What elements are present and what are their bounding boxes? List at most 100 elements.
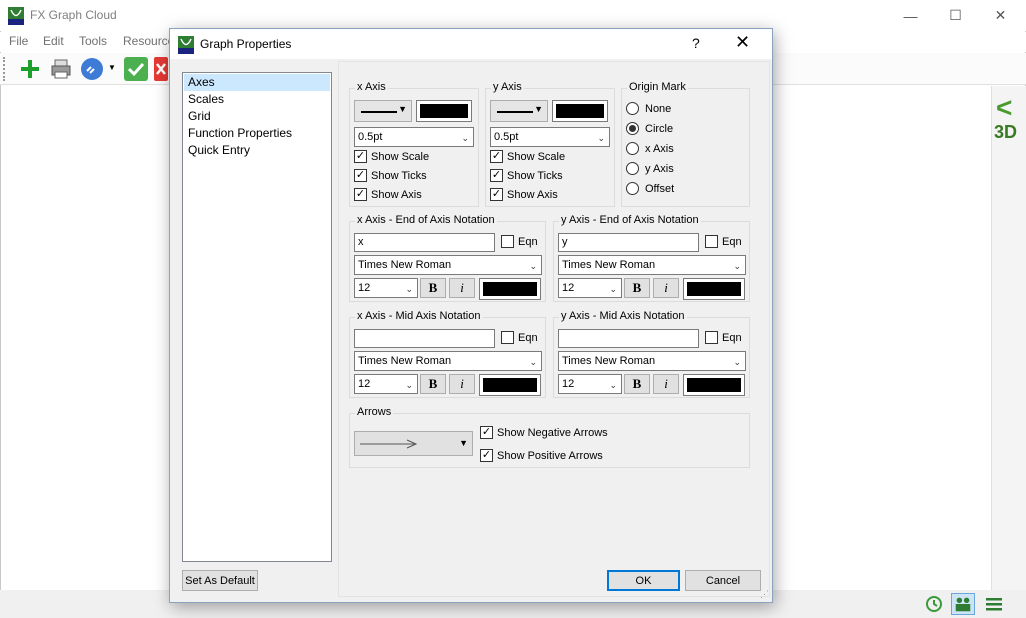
origin-y-axis-label: y Axis — [645, 162, 674, 175]
y-mid-bold-button[interactable]: B — [624, 374, 650, 394]
y-mid-notation-input[interactable] — [558, 329, 699, 348]
x-mid-size-select[interactable]: 12 ⌄ — [354, 374, 418, 394]
arrows-group-label: Arrows — [355, 406, 394, 418]
x-mid-notation-label: x Axis - Mid Axis Notation — [355, 310, 483, 322]
y-end-notation-label: y Axis - End of Axis Notation — [559, 214, 701, 226]
nav-item-axes[interactable]: Axes — [184, 74, 330, 91]
dialog-app-icon — [178, 36, 194, 54]
add-icon[interactable] — [18, 57, 42, 81]
x-axis-color-picker[interactable] — [416, 100, 472, 122]
show-negative-arrows-checkbox[interactable]: ✓ Show Negative Arrows — [480, 426, 608, 439]
y-show-axis-checkbox[interactable]: ✓ Show Axis — [490, 188, 558, 201]
y-axis-group-label: y Axis — [491, 81, 524, 93]
y-mid-italic-button[interactable]: i — [653, 374, 679, 394]
toolbar-grip[interactable] — [3, 57, 7, 81]
help-button[interactable]: ? — [692, 35, 700, 51]
show-positive-arrows-checkbox[interactable]: ✓ Show Positive Arrows — [480, 449, 603, 462]
y-end-italic-button[interactable]: i — [653, 278, 679, 298]
y-end-font-select[interactable]: Times New Roman ⌄ — [558, 255, 746, 275]
x-show-scale-checkbox[interactable]: ✓ Show Scale — [354, 150, 429, 163]
y-axis-line-style-select[interactable]: ▼ — [490, 100, 548, 122]
chevron-down-icon: ⌄ — [733, 357, 741, 367]
y-mid-color-picker[interactable] — [683, 374, 745, 396]
dropdown-arrow-icon: ▼ — [459, 438, 468, 448]
menu-tools[interactable]: Tools — [79, 34, 107, 48]
link-icon[interactable] — [80, 57, 104, 81]
y-end-bold-button[interactable]: B — [624, 278, 650, 298]
chevron-down-icon: ⌄ — [405, 284, 413, 294]
collapse-chevron-icon[interactable]: < — [996, 92, 1012, 124]
origin-x-axis-radio[interactable]: x Axis — [626, 142, 674, 155]
nav-item-quick-entry[interactable]: Quick Entry — [184, 142, 330, 159]
origin-circle-radio[interactable]: Circle — [626, 122, 673, 135]
x-end-size-select[interactable]: 12 ⌄ — [354, 278, 418, 298]
y-end-color-picker[interactable] — [683, 278, 745, 300]
x-mid-eqn-checkbox[interactable]: Eqn — [501, 331, 538, 344]
y-end-eqn-checkbox[interactable]: Eqn — [705, 235, 742, 248]
x-show-scale-label: Show Scale — [371, 150, 430, 163]
y-mid-size-value: 12 — [562, 378, 575, 390]
y-end-size-select[interactable]: 12 ⌄ — [558, 278, 622, 298]
x-end-italic-button[interactable]: i — [449, 278, 475, 298]
3d-toggle[interactable]: 3D — [994, 122, 1017, 143]
menu-file[interactable]: File — [9, 34, 28, 48]
chevron-down-icon: ⌄ — [529, 357, 537, 367]
arrow-style-select[interactable]: ▼ — [354, 431, 473, 456]
history-icon[interactable] — [922, 593, 946, 615]
x-axis-thickness-select[interactable]: 0.5pt ⌄ — [354, 127, 474, 147]
x-mid-eqn-label: Eqn — [518, 331, 538, 344]
x-mid-italic-button[interactable]: i — [449, 374, 475, 394]
x-show-axis-checkbox[interactable]: ✓ Show Axis — [354, 188, 422, 201]
dropdown-arrow-icon: ▼ — [398, 104, 407, 114]
x-end-notation-input[interactable]: x — [354, 233, 495, 252]
origin-offset-radio[interactable]: Offset — [626, 182, 674, 195]
x-end-eqn-checkbox[interactable]: Eqn — [501, 235, 538, 248]
x-end-color-picker[interactable] — [479, 278, 541, 300]
y-show-scale-checkbox[interactable]: ✓ Show Scale — [490, 150, 565, 163]
y-show-ticks-label: Show Ticks — [507, 169, 563, 182]
right-panel — [991, 86, 1026, 616]
x-show-ticks-checkbox[interactable]: ✓ Show Ticks — [354, 169, 427, 182]
x-mid-color-picker[interactable] — [479, 374, 541, 396]
chevron-down-icon: ⌄ — [405, 380, 413, 390]
accept-icon[interactable] — [124, 57, 148, 81]
ok-button[interactable]: OK — [607, 570, 680, 591]
y-mid-notation-label: y Axis - Mid Axis Notation — [559, 310, 687, 322]
link-dropdown-icon[interactable]: ▼ — [108, 63, 116, 72]
reject-icon[interactable] — [154, 57, 168, 81]
close-window-button[interactable]: ✕ — [978, 0, 1023, 31]
nav-item-scales[interactable]: Scales — [184, 91, 330, 108]
y-axis-thickness-select[interactable]: 0.5pt ⌄ — [490, 127, 610, 147]
resize-grip-icon[interactable]: ⋰ — [760, 589, 769, 600]
cancel-button[interactable]: Cancel — [685, 570, 761, 591]
dialog-close-button[interactable]: ✕ — [735, 32, 750, 53]
x-end-font-select[interactable]: Times New Roman ⌄ — [354, 255, 542, 275]
minimize-button[interactable]: — — [888, 0, 933, 31]
x-axis-line-style-select[interactable]: ▼ — [354, 100, 412, 122]
y-axis-color-picker[interactable] — [552, 100, 608, 122]
x-end-bold-button[interactable]: B — [420, 278, 446, 298]
print-icon[interactable] — [49, 57, 73, 81]
y-end-notation-input[interactable]: y — [558, 233, 699, 252]
y-mid-eqn-checkbox[interactable]: Eqn — [705, 331, 742, 344]
x-mid-bold-button[interactable]: B — [420, 374, 446, 394]
nav-item-function-properties[interactable]: Function Properties — [184, 125, 330, 142]
menu-edit[interactable]: Edit — [43, 34, 64, 48]
origin-none-radio[interactable]: None — [626, 102, 671, 115]
set-as-default-button[interactable]: Set As Default — [182, 570, 258, 591]
graph-properties-dialog: Graph Properties ? ✕ Axes Scales Grid Fu… — [169, 28, 773, 603]
x-mid-font-select[interactable]: Times New Roman ⌄ — [354, 351, 542, 371]
y-show-ticks-checkbox[interactable]: ✓ Show Ticks — [490, 169, 563, 182]
x-show-axis-label: Show Axis — [371, 188, 422, 201]
chevron-down-icon: ⌄ — [597, 133, 605, 143]
y-mid-font-select[interactable]: Times New Roman ⌄ — [558, 351, 746, 371]
x-mid-notation-input[interactable] — [354, 329, 495, 348]
nav-item-grid[interactable]: Grid — [184, 108, 330, 125]
menu-lines-icon[interactable] — [982, 593, 1006, 615]
maximize-button[interactable]: ☐ — [933, 0, 978, 31]
app-logo-icon — [8, 7, 24, 25]
y-mid-size-select[interactable]: 12 ⌄ — [558, 374, 622, 394]
y-show-axis-label: Show Axis — [507, 188, 558, 201]
users-icon[interactable] — [951, 593, 975, 615]
origin-y-axis-radio[interactable]: y Axis — [626, 162, 674, 175]
